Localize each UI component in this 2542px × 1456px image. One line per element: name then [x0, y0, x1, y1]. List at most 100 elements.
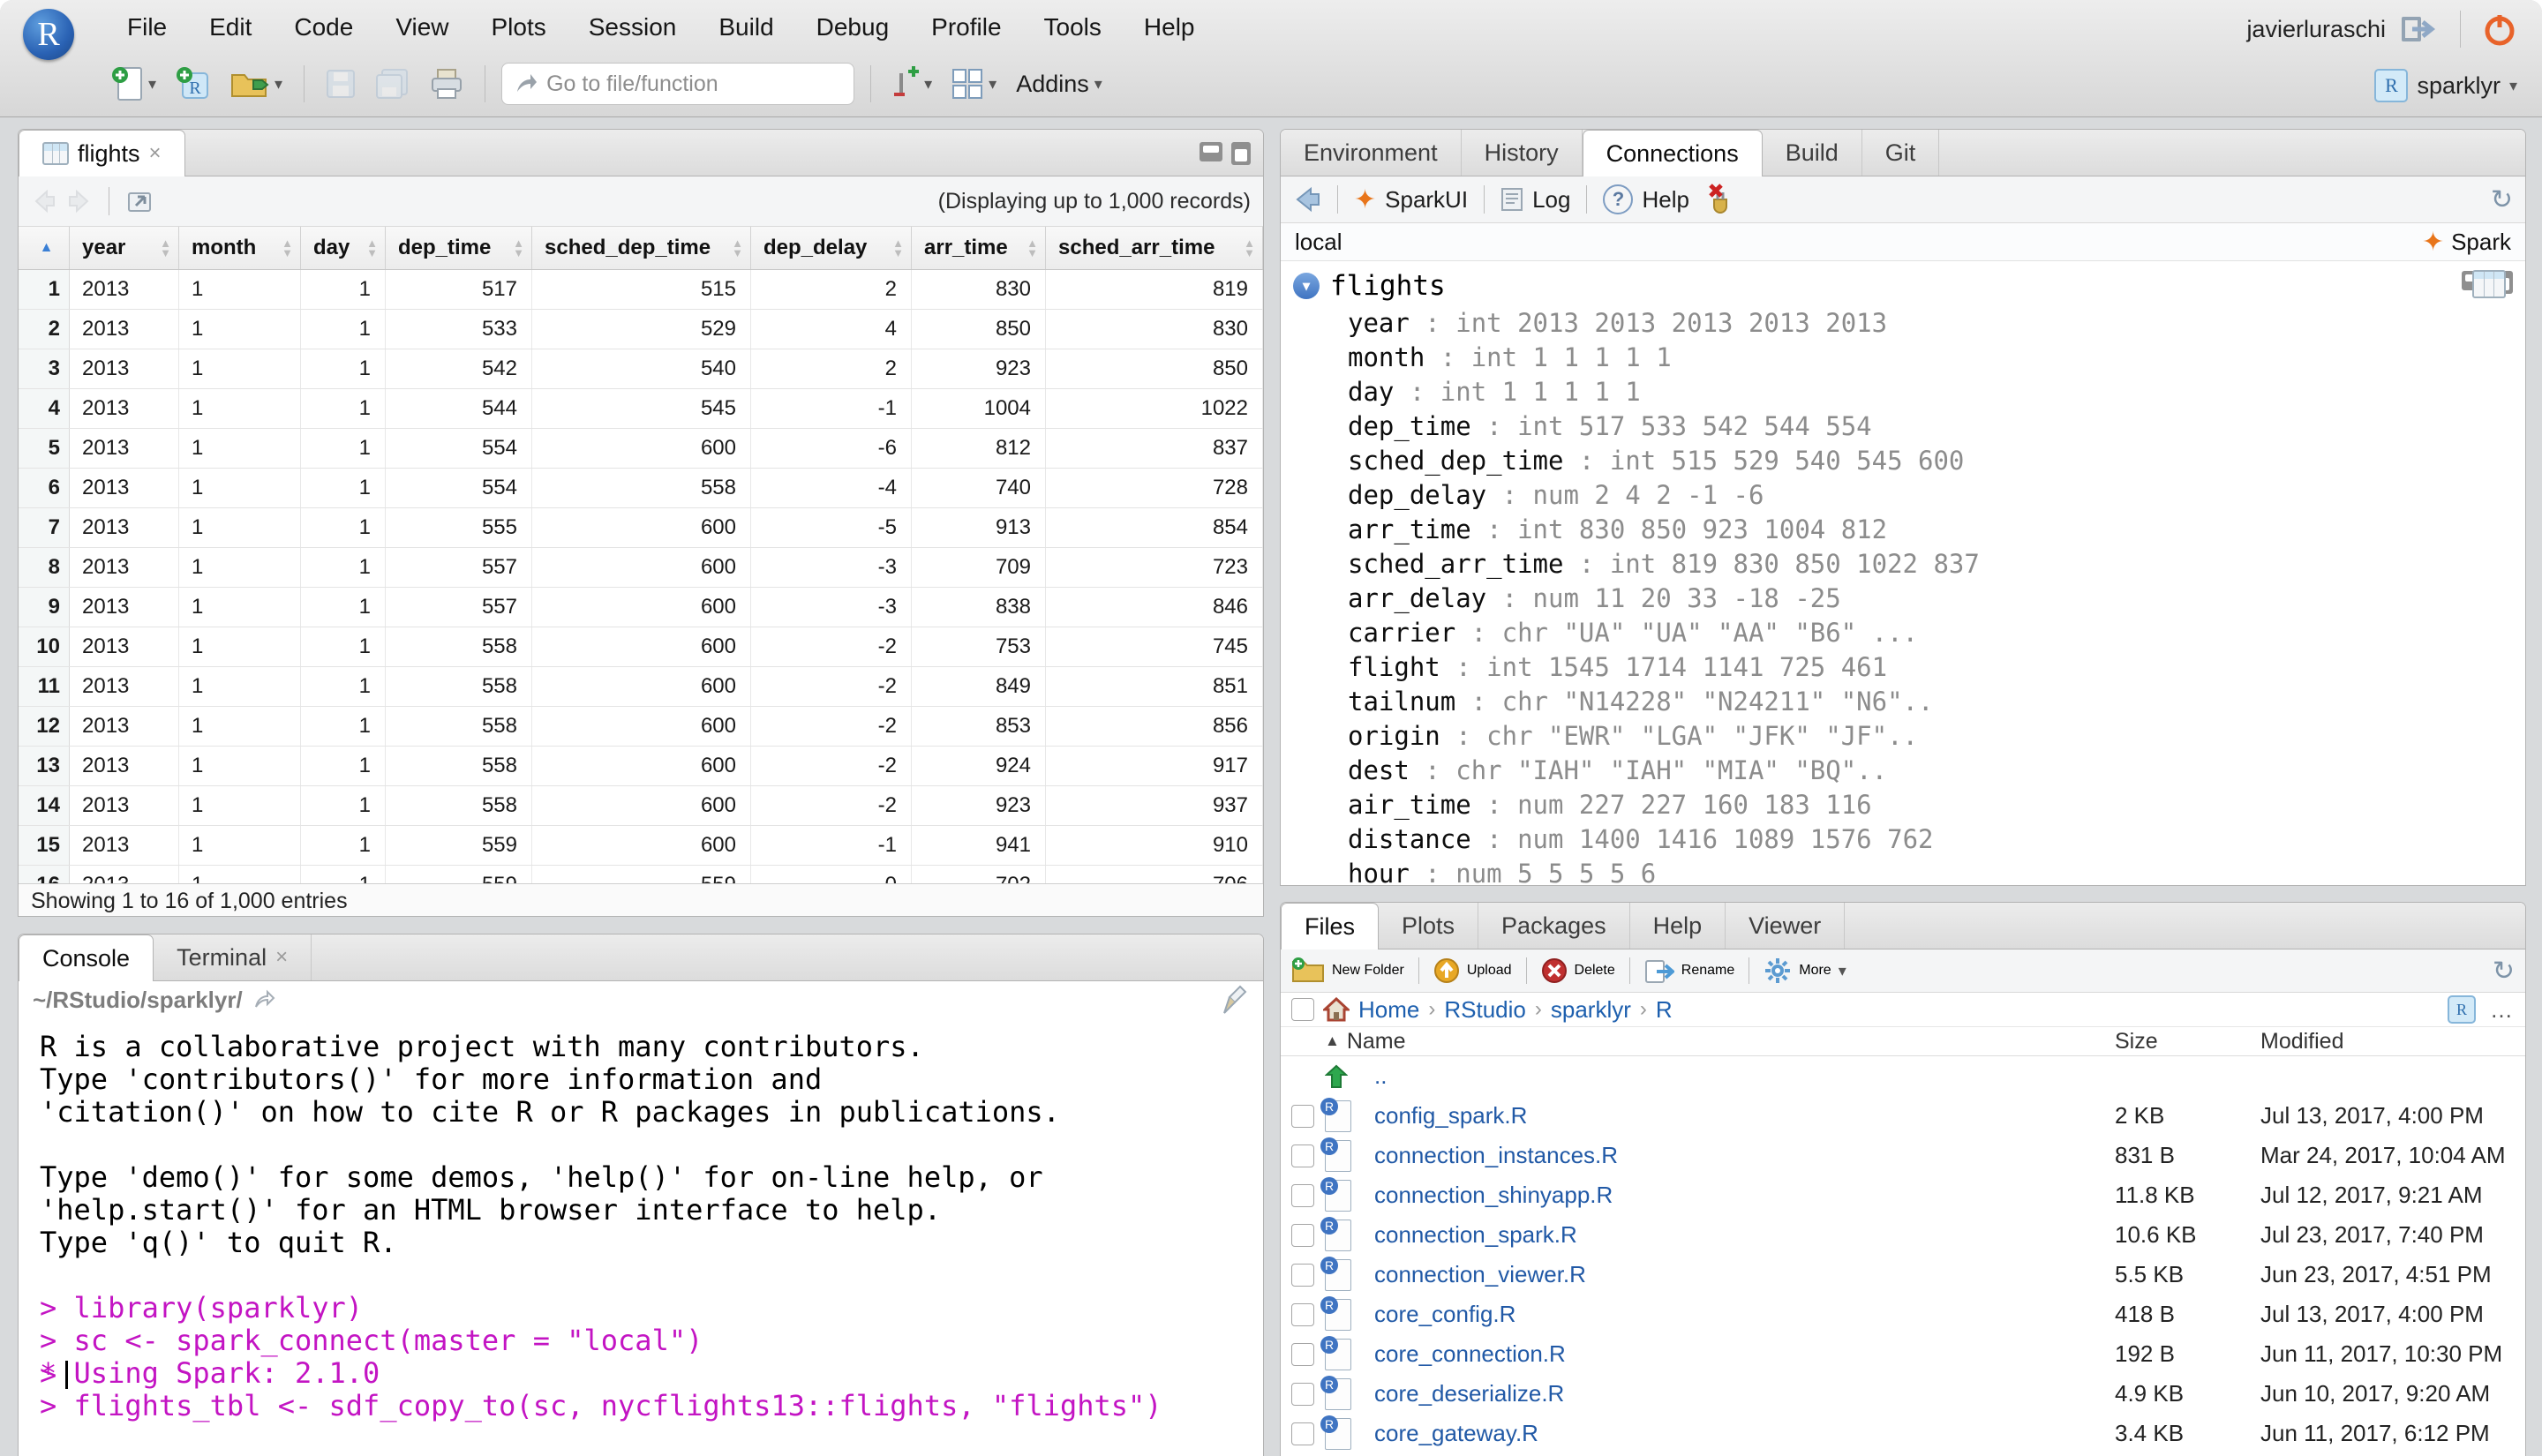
file-row[interactable]: core_gateway.R 3.4 KB Jun 11, 2017, 6:12… — [1281, 1414, 2525, 1453]
disconnect-icon[interactable] — [1705, 184, 1735, 215]
column-header[interactable]: arr_time ▲ ▼ — [912, 227, 1046, 269]
pane-tab[interactable]: Connections — [1582, 130, 1763, 176]
pane-tab[interactable]: Environment — [1281, 130, 1462, 176]
log-button[interactable]: Log — [1532, 186, 1570, 214]
column-header[interactable]: dep_time ▲ ▼ — [386, 227, 532, 269]
refresh-icon[interactable]: ↻ — [2493, 956, 2515, 987]
column-header[interactable]: year ▲ ▼ — [70, 227, 179, 269]
file-row[interactable]: connection_instances.R 831 B Mar 24, 201… — [1281, 1136, 2525, 1175]
name-column-header[interactable]: ▲ Name — [1325, 1029, 2115, 1054]
sign-out-icon[interactable] — [2400, 13, 2439, 45]
more-options-icon[interactable]: … — [2490, 996, 2515, 1024]
menu-item[interactable]: Edit — [188, 13, 273, 41]
file-row[interactable]: connection_shinyapp.R 11.8 KB Jul 12, 20… — [1281, 1175, 2525, 1215]
menu-item[interactable]: Build — [697, 13, 794, 41]
file-name-link[interactable]: connection_spark.R — [1374, 1221, 1577, 1249]
delete-button[interactable]: Delete — [1575, 963, 1615, 979]
console-output[interactable]: R is a collaborative project with many c… — [19, 1018, 1263, 1456]
breadcrumb-item[interactable]: › sparklyr — [1535, 996, 1631, 1024]
refresh-icon[interactable]: ↻ — [2491, 184, 2513, 215]
quit-session-icon[interactable] — [2482, 11, 2517, 47]
pane-tab[interactable]: Git — [1862, 130, 1940, 176]
file-name-link[interactable]: core_deserialize.R — [1374, 1380, 1564, 1407]
file-checkbox[interactable] — [1291, 1263, 1314, 1287]
home-icon[interactable] — [1323, 997, 1350, 1022]
file-name-link[interactable]: config_spark.R — [1374, 1102, 1527, 1130]
save-all-button[interactable] — [370, 64, 416, 103]
row-number-header[interactable]: ▲ — [19, 227, 70, 269]
column-header[interactable]: month ▲ ▼ — [179, 227, 301, 269]
save-button[interactable] — [320, 65, 361, 102]
file-name-link[interactable]: core_gateway.R — [1374, 1420, 1538, 1447]
forward-icon[interactable] — [66, 188, 93, 214]
parent-directory-row[interactable]: .. — [1281, 1056, 2525, 1096]
menu-item[interactable]: Help — [1123, 13, 1216, 41]
new-file-button[interactable]: ▾ — [106, 63, 162, 105]
pane-tab[interactable]: Viewer — [1726, 903, 1846, 949]
menu-item[interactable]: Session — [568, 13, 698, 41]
menu-item[interactable]: Debug — [795, 13, 911, 41]
breadcrumb-item[interactable]: ›Home — [1358, 996, 1419, 1024]
modified-column-header[interactable]: Modified — [2260, 1029, 2525, 1054]
new-project-button[interactable]: R — [170, 63, 216, 105]
view-table-icon[interactable] — [2472, 270, 2506, 298]
breadcrumb-item[interactable]: › R — [1640, 996, 1673, 1024]
pane-tab[interactable]: History — [1462, 130, 1583, 176]
file-row[interactable]: core_deserialize.R 4.9 KB Jun 10, 2017, … — [1281, 1374, 2525, 1414]
file-row[interactable]: connection_viewer.R 5.5 KB Jun 23, 2017,… — [1281, 1255, 2525, 1295]
menu-item[interactable]: Code — [273, 13, 374, 41]
goto-file-function-input[interactable]: Go to file/function — [501, 63, 855, 105]
console-tab[interactable]: Terminal × — [154, 934, 312, 980]
rename-button[interactable]: Rename — [1681, 963, 1734, 979]
more-button[interactable]: More — [1799, 963, 1831, 979]
pane-tab[interactable]: Plots — [1379, 903, 1479, 949]
file-row[interactable]: core_connection.R 192 B Jun 11, 2017, 10… — [1281, 1334, 2525, 1374]
pane-tab[interactable]: Help — [1630, 903, 1726, 949]
file-name-link[interactable]: core_connection.R — [1374, 1340, 1566, 1368]
file-checkbox[interactable] — [1291, 1342, 1314, 1366]
back-icon[interactable] — [31, 188, 57, 214]
column-header[interactable]: dep_delay ▲ ▼ — [751, 227, 912, 269]
file-checkbox[interactable] — [1291, 1302, 1314, 1326]
file-checkbox[interactable] — [1291, 1422, 1314, 1445]
help-button[interactable]: Help — [1642, 186, 1688, 214]
file-name-link[interactable]: connection_viewer.R — [1374, 1261, 1586, 1288]
open-file-button[interactable]: ▾ — [225, 64, 288, 103]
file-name-link[interactable]: core_config.R — [1374, 1301, 1515, 1328]
column-header[interactable]: day ▲ ▼ — [301, 227, 386, 269]
select-all-checkbox[interactable] — [1291, 998, 1314, 1021]
breadcrumb-item[interactable]: › RStudio — [1428, 996, 1526, 1024]
back-icon[interactable] — [1293, 186, 1321, 213]
pane-tab[interactable]: Build — [1763, 130, 1862, 176]
sparkui-button[interactable]: SparkUI — [1385, 186, 1468, 214]
file-checkbox[interactable] — [1291, 1144, 1314, 1167]
console-prompt[interactable]: > — [40, 1358, 69, 1392]
file-row[interactable]: config_spark.R 2 KB Jul 13, 2017, 4:00 P… — [1281, 1096, 2525, 1136]
file-name-link[interactable]: connection_instances.R — [1374, 1142, 1618, 1169]
panes-layout-button[interactable]: ▾ — [946, 64, 1002, 103]
pane-tab[interactable]: Packages — [1478, 903, 1630, 949]
goto-directory-icon[interactable] — [253, 989, 276, 1010]
print-button[interactable] — [425, 64, 469, 103]
close-icon[interactable]: × — [149, 141, 162, 166]
upload-button[interactable]: Upload — [1467, 963, 1512, 979]
connection-row[interactable]: local ✦ Spark — [1281, 223, 2525, 261]
collapse-icon[interactable]: ▼ — [1293, 273, 1320, 299]
up-directory-label[interactable]: .. — [1374, 1062, 1387, 1090]
addins-button[interactable]: Addins ▾ — [1011, 67, 1108, 101]
version-control-button[interactable]: ▾ — [887, 63, 937, 105]
minimize-icon[interactable] — [1200, 142, 1222, 161]
menu-item[interactable]: File — [106, 13, 188, 41]
column-header[interactable]: sched_dep_time ▲ ▼ — [532, 227, 751, 269]
file-checkbox[interactable] — [1291, 1382, 1314, 1406]
console-tab[interactable]: Console × — [19, 934, 154, 981]
file-name-link[interactable]: connection_shinyapp.R — [1374, 1182, 1613, 1209]
close-icon[interactable]: × — [275, 945, 288, 970]
pane-tab[interactable]: Files — [1281, 903, 1380, 949]
file-row[interactable]: connection_spark.R 10.6 KB Jul 23, 2017,… — [1281, 1215, 2525, 1255]
file-checkbox[interactable] — [1291, 1223, 1314, 1247]
maximize-icon[interactable] — [1231, 142, 1251, 165]
new-folder-button[interactable]: New Folder — [1332, 963, 1404, 979]
tree-root-flights[interactable]: ▼ flights — [1281, 266, 2525, 305]
menu-item[interactable]: Tools — [1023, 13, 1123, 41]
